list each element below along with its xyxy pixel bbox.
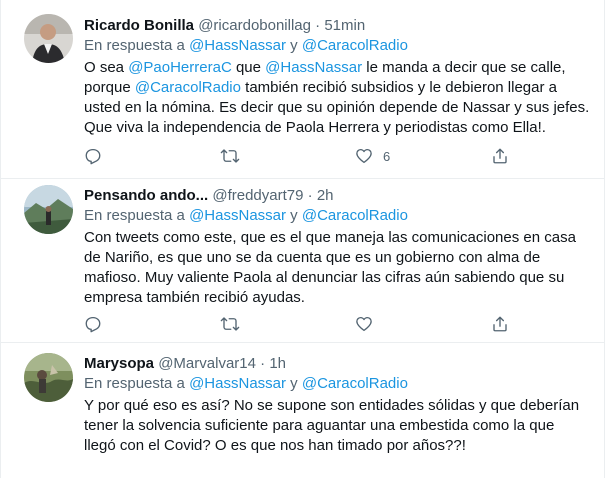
mention-link[interactable]: @CaracolRadio [135,79,241,96]
mention-link[interactable]: @PaoHerreraC [128,59,232,76]
reply-mention-1[interactable]: @HassNassar [189,375,286,392]
dot-separator: · [307,187,313,204]
reply-icon [85,316,101,333]
share-icon [493,148,507,164]
reply-context: En respuesta a @HassNassar y @CaracolRad… [84,206,590,226]
share-button[interactable] [491,314,509,334]
reply-mention-2[interactable]: @CaracolRadio [302,207,408,224]
like-button[interactable]: 6 [355,146,390,166]
author-handle[interactable]: @Marvalvar14 [158,355,256,372]
reply-mention-2[interactable]: @CaracolRadio [302,375,408,392]
reply-mention-1[interactable]: @HassNassar [189,37,286,54]
reply-prefix: En respuesta a [84,375,185,392]
tweet-time[interactable]: 51min [324,17,365,34]
tweet-3[interactable]: Marysopa @Marvalvar14 · 1h En respuesta … [0,343,604,478]
tweet-1[interactable]: Ricardo Bonilla @ricardobonillag · 51min… [0,0,604,179]
reply-and: y [290,37,298,54]
avatar-pensando-ando[interactable] [24,185,73,234]
tweet-text: Y por qué eso es así? No se supone son e… [84,396,590,456]
author-name[interactable]: Ricardo Bonilla [84,17,194,34]
reply-and: y [290,207,298,224]
retweet-button[interactable] [220,146,240,166]
retweet-icon [220,317,240,331]
tweet-2[interactable]: Pensando ando... @freddyart79 · 2h En re… [0,179,604,343]
tweet-text: Con tweets como este, que es el que mane… [84,228,590,308]
reply-context: En respuesta a @HassNassar y @CaracolRad… [84,374,590,394]
tweet-text: O sea @PaoHerreraC que @HassNassar le ma… [84,58,590,138]
reply-mention-2[interactable]: @CaracolRadio [302,37,408,54]
text-segment: Con tweets como este, que es el que mane… [84,229,576,306]
like-button[interactable] [355,314,383,334]
share-button[interactable] [491,146,509,166]
reply-button[interactable] [84,314,102,334]
share-icon [493,316,507,332]
dot-separator: · [315,17,321,34]
author-name[interactable]: Marysopa [84,355,154,372]
reply-prefix: En respuesta a [84,207,185,224]
tweet-header: Ricardo Bonilla @ricardobonillag · 51min [84,16,590,36]
tweet-actions [84,314,524,334]
like-count: 6 [383,148,391,164]
author-name[interactable]: Pensando ando... [84,187,208,204]
author-handle[interactable]: @ricardobonillag [198,17,311,34]
avatar-marysopa[interactable] [24,353,73,402]
reply-context: En respuesta a @HassNassar y @CaracolRad… [84,36,590,56]
text-segment: Y por qué eso es así? No se supone son e… [84,397,580,454]
avatar-ricardo-bonilla[interactable] [24,14,73,63]
tweet-actions: 6 [84,146,524,166]
reply-prefix: En respuesta a [84,37,185,54]
reply-mention-1[interactable]: @HassNassar [189,207,286,224]
tweet-header: Marysopa @Marvalvar14 · 1h [84,354,590,374]
dot-separator: · [260,355,266,372]
author-handle[interactable]: @freddyart79 [212,187,303,204]
text-segment: O sea [84,59,129,76]
mention-link[interactable]: @HassNassar [265,59,362,76]
tweet-time[interactable]: 2h [317,187,334,204]
heart-icon [356,148,372,164]
retweet-icon [220,149,240,163]
heart-icon [356,316,372,332]
reply-button[interactable] [84,146,102,166]
timeline-right-border [604,0,605,478]
reply-icon [85,148,101,165]
text-segment: que [231,59,266,76]
reply-and: y [290,375,298,392]
retweet-button[interactable] [220,314,240,334]
tweet-time[interactable]: 1h [269,355,286,372]
tweet-header: Pensando ando... @freddyart79 · 2h [84,186,590,206]
